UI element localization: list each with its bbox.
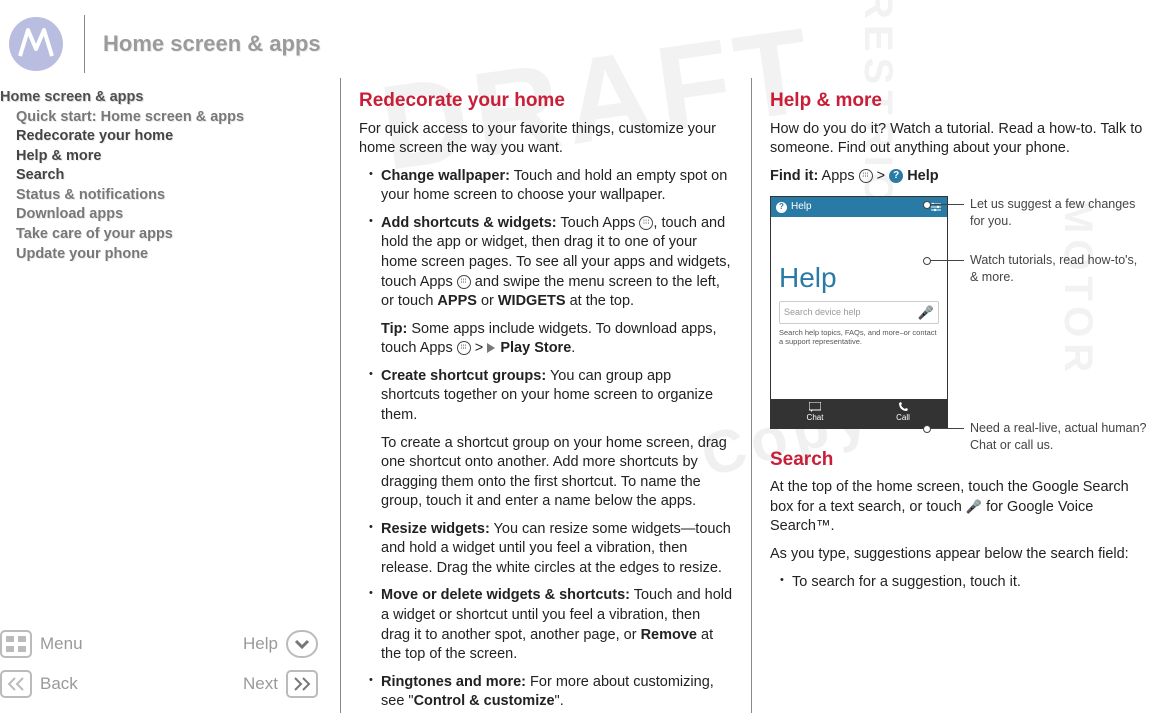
- toc-item-search[interactable]: Search: [0, 166, 340, 186]
- callout-tutorials: Watch tutorials, read how-to's, & more.: [930, 252, 1148, 286]
- bullet-groups: Create shortcut groups: You can group ap…: [369, 367, 733, 512]
- mic-icon: 🎤: [966, 499, 982, 514]
- apps-icon: ⁞⁞⁞: [457, 275, 471, 289]
- toc-item-quickstart[interactable]: Quick start: Home screen & apps: [0, 108, 340, 128]
- menu-icon: [0, 630, 32, 658]
- toc-item-status[interactable]: Status & notifications: [0, 186, 340, 206]
- bullet-ringtones: Ringtones and more: For more about custo…: [369, 673, 733, 712]
- bullet-wallpaper: Change wallpaper: Touch and hold an empt…: [369, 167, 733, 206]
- toc-item-update[interactable]: Update your phone: [0, 245, 340, 265]
- apps-icon: ⁞⁞⁞: [859, 169, 873, 183]
- back-button[interactable]: Back: [0, 667, 170, 701]
- content-help-more: Help & more How do you do it? Watch a tu…: [752, 78, 1166, 713]
- phone-mockup: ? Help Help Search device help 🎤 Search …: [770, 196, 948, 428]
- double-chevron-left-icon: [0, 670, 32, 698]
- chevron-down-icon: [286, 630, 318, 658]
- back-label: Back: [40, 674, 78, 694]
- phone-help-title: Help: [779, 259, 939, 297]
- phone-hint: Search help topics, FAQs, and more–or co…: [779, 328, 939, 346]
- find-it: Find it: Apps ⁞⁞⁞ > ? Help: [770, 167, 1148, 187]
- menu-label: Menu: [40, 634, 83, 654]
- toc-item-takecare[interactable]: Take care of your apps: [0, 225, 340, 245]
- search-para-2: As you type, suggestions appear below th…: [770, 545, 1148, 565]
- apps-icon: ⁞⁞⁞: [639, 216, 653, 230]
- toc-section-title[interactable]: Home screen & apps: [0, 88, 340, 108]
- intro-help: How do you do it? Watch a tutorial. Read…: [770, 120, 1148, 159]
- apps-icon: ⁞⁞⁞: [457, 341, 471, 355]
- toc-item-download[interactable]: Download apps: [0, 205, 340, 225]
- double-chevron-right-icon: [286, 670, 318, 698]
- intro-redecorate: For quick access to your favorite things…: [359, 120, 733, 159]
- heading-help: Help & more: [770, 88, 1148, 114]
- bullet-shortcuts: Add shortcuts & widgets: Touch Apps ⁞⁞⁞,…: [369, 214, 733, 359]
- mic-icon: 🎤: [918, 304, 934, 322]
- phone-topbar-label: Help: [791, 200, 812, 214]
- toc-item-redecorate[interactable]: Redecorate your home: [0, 127, 340, 147]
- sidebar-toc: Home screen & apps Quick start: Home scr…: [0, 78, 340, 713]
- next-button[interactable]: Next: [170, 667, 340, 701]
- help-icon: ?: [776, 202, 787, 213]
- help-icon: ?: [889, 169, 903, 183]
- search-para-1: At the top of the home screen, touch the…: [770, 478, 1148, 537]
- heading-redecorate: Redecorate your home: [359, 88, 733, 114]
- play-store-icon: [487, 343, 496, 353]
- phone-search-input: Search device help 🎤: [779, 301, 939, 325]
- next-label: Next: [243, 674, 278, 694]
- bullet-resize: Resize widgets: You can resize some widg…: [369, 520, 733, 579]
- help-label: Help: [243, 634, 278, 654]
- phone-chat-button: Chat: [771, 399, 859, 428]
- callout-human: Need a real-live, actual human? Chat or …: [930, 420, 1148, 454]
- callout-suggest: Let us suggest a few changes for you.: [930, 196, 1148, 230]
- page-title: Home screen & apps: [103, 31, 321, 57]
- toc-item-help[interactable]: Help & more: [0, 147, 340, 167]
- content-redecorate: Redecorate your home For quick access to…: [341, 78, 751, 713]
- menu-button[interactable]: Menu: [0, 627, 170, 661]
- search-bullet-1: To search for a suggestion, touch it.: [780, 573, 1148, 593]
- help-button[interactable]: Help: [170, 627, 340, 661]
- bullet-move-delete: Move or delete widgets & shortcuts: Touc…: [369, 586, 733, 664]
- motorola-logo: [8, 16, 64, 72]
